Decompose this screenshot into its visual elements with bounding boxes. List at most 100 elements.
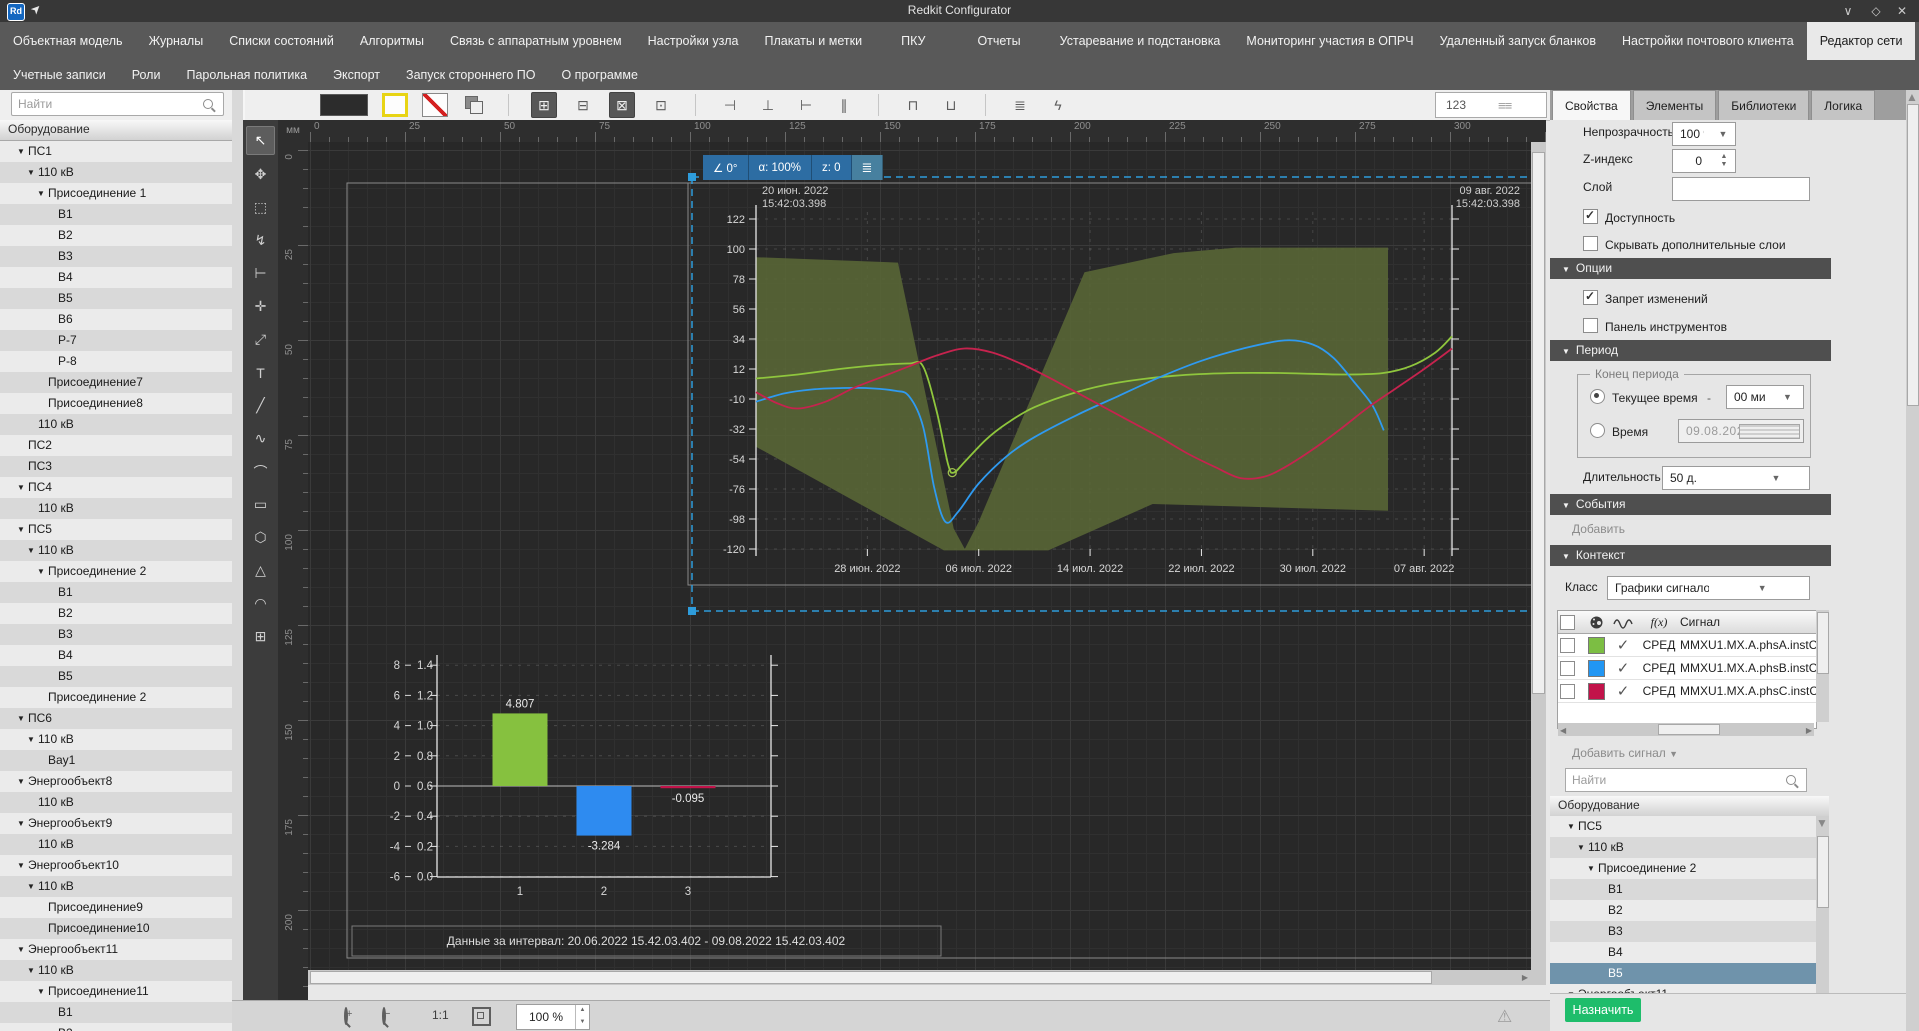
tree-item-присоединение-2[interactable]: Присоединение 2 <box>0 687 232 708</box>
row-checkbox[interactable] <box>1560 684 1575 699</box>
tree-item-в4[interactable]: В4 <box>0 645 232 666</box>
tree-item-в5[interactable]: В5 <box>0 288 232 309</box>
expander-icon[interactable]: ▼ <box>17 477 28 498</box>
tab-библиотеки[interactable]: Библиотеки <box>1718 90 1809 120</box>
tree-item-пс2[interactable]: ПС2 <box>0 435 232 456</box>
ellipse-tool-icon[interactable]: ◠ <box>247 590 274 617</box>
menu-item-плакаты-и-метки[interactable]: Плакаты и метки <box>751 22 875 60</box>
section-period[interactable]: ▼Период <box>1550 340 1831 361</box>
menu-item-журналы[interactable]: Журналы <box>136 22 217 60</box>
expander-icon[interactable]: ▼ <box>37 561 48 582</box>
stroke-color-button[interactable] <box>382 93 408 117</box>
menu-item-списки-состояний[interactable]: Списки состояний <box>216 22 347 60</box>
menu-item-редактор-сети[interactable]: Редактор сети <box>1807 22 1916 60</box>
tree-item-присоединение9[interactable]: Присоединение9 <box>0 897 232 918</box>
numeric-field[interactable]: 123 ≡≡ <box>1435 92 1547 118</box>
triangle-tool-icon[interactable]: △ <box>247 557 274 584</box>
expander-icon[interactable]: ▼ <box>27 162 38 183</box>
expander-icon[interactable]: ▼ <box>1577 837 1588 858</box>
canvas-hscrollbar[interactable]: ▶ <box>308 970 1531 985</box>
tree-item-р-7[interactable]: Р-7 <box>0 330 232 351</box>
select-tool-icon[interactable]: ↖ <box>246 126 275 155</box>
zoom-out-icon[interactable]: − <box>382 1009 386 1023</box>
tree-item-110-кв[interactable]: ▼110 кВ <box>0 876 232 897</box>
minimize-button[interactable]: ∨ <box>1835 2 1861 20</box>
minutes-combo[interactable]: 00 мин.▼ <box>1726 385 1804 409</box>
tree-item-энергообъект8[interactable]: ▼Энергообъект8 <box>0 771 232 792</box>
align-right-icon[interactable]: ⊢ <box>794 93 818 117</box>
duplicate-icon[interactable] <box>462 93 486 117</box>
tree-item-пс5[interactable]: ▼ПС5 <box>0 519 232 540</box>
tree-item-в1[interactable]: В1 <box>0 1002 232 1023</box>
tree-item-в3[interactable]: В3 <box>0 246 232 267</box>
close-button[interactable]: ✕ <box>1889 2 1915 20</box>
warning-icon[interactable]: ⚠ <box>1497 1007 1512 1027</box>
expander-icon[interactable]: ▼ <box>1587 858 1598 879</box>
tab-логика[interactable]: Логика <box>1811 90 1875 120</box>
polygon-tool-icon[interactable]: ⬡ <box>247 524 274 551</box>
hide-extra-layers-checkbox[interactable]: Скрывать дополнительные слои <box>1583 236 1786 252</box>
tab-элементы[interactable]: Элементы <box>1633 90 1717 120</box>
row-checkbox[interactable] <box>1560 638 1575 653</box>
menu-item-удаленный-запуск-бланков[interactable]: Удаленный запуск бланков <box>1427 22 1609 60</box>
expander-icon[interactable]: ▼ <box>27 876 38 897</box>
signal-row[interactable]: ✓СРЕДMMXU1.MX.A.phsA.instCVal <box>1558 634 1816 657</box>
pan-tool-icon[interactable]: ✥ <box>247 161 274 188</box>
tree-item-110-кв[interactable]: 110 кВ <box>0 414 232 435</box>
tree-item-в5[interactable]: В5 <box>1550 963 1829 984</box>
layers-icon[interactable]: ≣ <box>1008 93 1032 117</box>
signal-row[interactable]: ✓СРЕДMMXU1.MX.A.phsC.instCVal <box>1558 680 1816 703</box>
no-fill-button[interactable] <box>422 93 448 117</box>
tree-item-в3[interactable]: В3 <box>1550 921 1829 942</box>
tree-item-р-8[interactable]: Р-8 <box>0 351 232 372</box>
tree-item-пс6[interactable]: ▼ПС6 <box>0 708 232 729</box>
checkbox-icon[interactable] <box>1583 236 1598 251</box>
tree-item-в4[interactable]: В4 <box>1550 942 1829 963</box>
menu-item-роли[interactable]: Роли <box>119 60 174 90</box>
section-context[interactable]: ▼Контекст <box>1550 545 1831 566</box>
grid-tool-icon[interactable]: ⊞ <box>247 623 274 650</box>
menu-item-связь-с-аппаратным-уровнем[interactable]: Связь с аппаратным уровнем <box>437 22 635 60</box>
lock-changes-checkbox[interactable]: Запрет изменений <box>1583 290 1708 306</box>
tree-item-пс1[interactable]: ▼ПС1 <box>0 141 232 162</box>
arc-tool-icon[interactable]: ⌒ <box>247 458 274 485</box>
radio-icon[interactable] <box>1590 423 1605 438</box>
selection-handle[interactable] <box>688 607 696 615</box>
frame-visibility-icon[interactable]: ⊠ <box>609 92 635 118</box>
menu-item-парольная-политика[interactable]: Парольная политика <box>173 60 320 90</box>
toolbar-checkbox[interactable]: Панель инструментов <box>1583 318 1727 334</box>
zindex-value[interactable]: z: 0 <box>812 155 852 180</box>
expander-icon[interactable]: ▼ <box>17 519 28 540</box>
table-vscrollbar[interactable] <box>1816 610 1829 722</box>
signal-color-swatch[interactable] <box>1588 660 1605 677</box>
expander-icon[interactable]: ▼ <box>37 981 48 1002</box>
menu-lines-icon[interactable]: ≡≡ <box>1488 98 1546 113</box>
add-event-button[interactable]: Добавить <box>1572 522 1625 536</box>
selection-handle[interactable] <box>688 173 696 181</box>
expander-icon[interactable]: ▼ <box>1567 816 1578 837</box>
canvas-vscrollbar[interactable] <box>1531 142 1546 985</box>
tree-item-присоединение7[interactable]: Присоединение7 <box>0 372 232 393</box>
tree-item-энергообъект11[interactable]: ▼Энергообъект11 <box>1550 984 1829 993</box>
datetime-input[interactable]: 09.08.2022 15:42:02. <box>1678 419 1804 443</box>
line-tool-icon[interactable]: ╱ <box>247 392 274 419</box>
measure-tool-icon[interactable]: ⊢ <box>247 260 274 287</box>
search-input[interactable] <box>12 97 203 111</box>
expander-icon[interactable]: ▼ <box>17 141 28 162</box>
tree-item-энергообъект10[interactable]: ▼Энергообъект10 <box>0 855 232 876</box>
time-radio[interactable]: Время <box>1590 423 1648 439</box>
tree-item-110-кв[interactable]: ▼110 кВ <box>1550 837 1829 858</box>
align-top-icon[interactable]: ⊓ <box>901 93 925 117</box>
expander-icon[interactable]: ▼ <box>17 771 28 792</box>
zindex-spinner[interactable]: 0▲▼ <box>1672 149 1736 173</box>
tree-item-110-кв[interactable]: ▼110 кВ <box>0 729 232 750</box>
marquee-tool-icon[interactable]: ⬚ <box>247 194 274 221</box>
tree-item-присоединение-2[interactable]: ▼Присоединение 2 <box>0 561 232 582</box>
layers-icon[interactable]: ≣ <box>852 155 884 180</box>
curve-type-icon[interactable]: ✓ <box>1608 659 1638 677</box>
tree-item-в1[interactable]: В1 <box>1550 879 1829 900</box>
accessibility-checkbox[interactable]: Доступность <box>1583 209 1675 225</box>
menu-item-отчеты[interactable]: Отчеты <box>951 22 1046 60</box>
signal-color-swatch[interactable] <box>1588 637 1605 654</box>
tree-item-в2[interactable]: В2 <box>0 603 232 624</box>
